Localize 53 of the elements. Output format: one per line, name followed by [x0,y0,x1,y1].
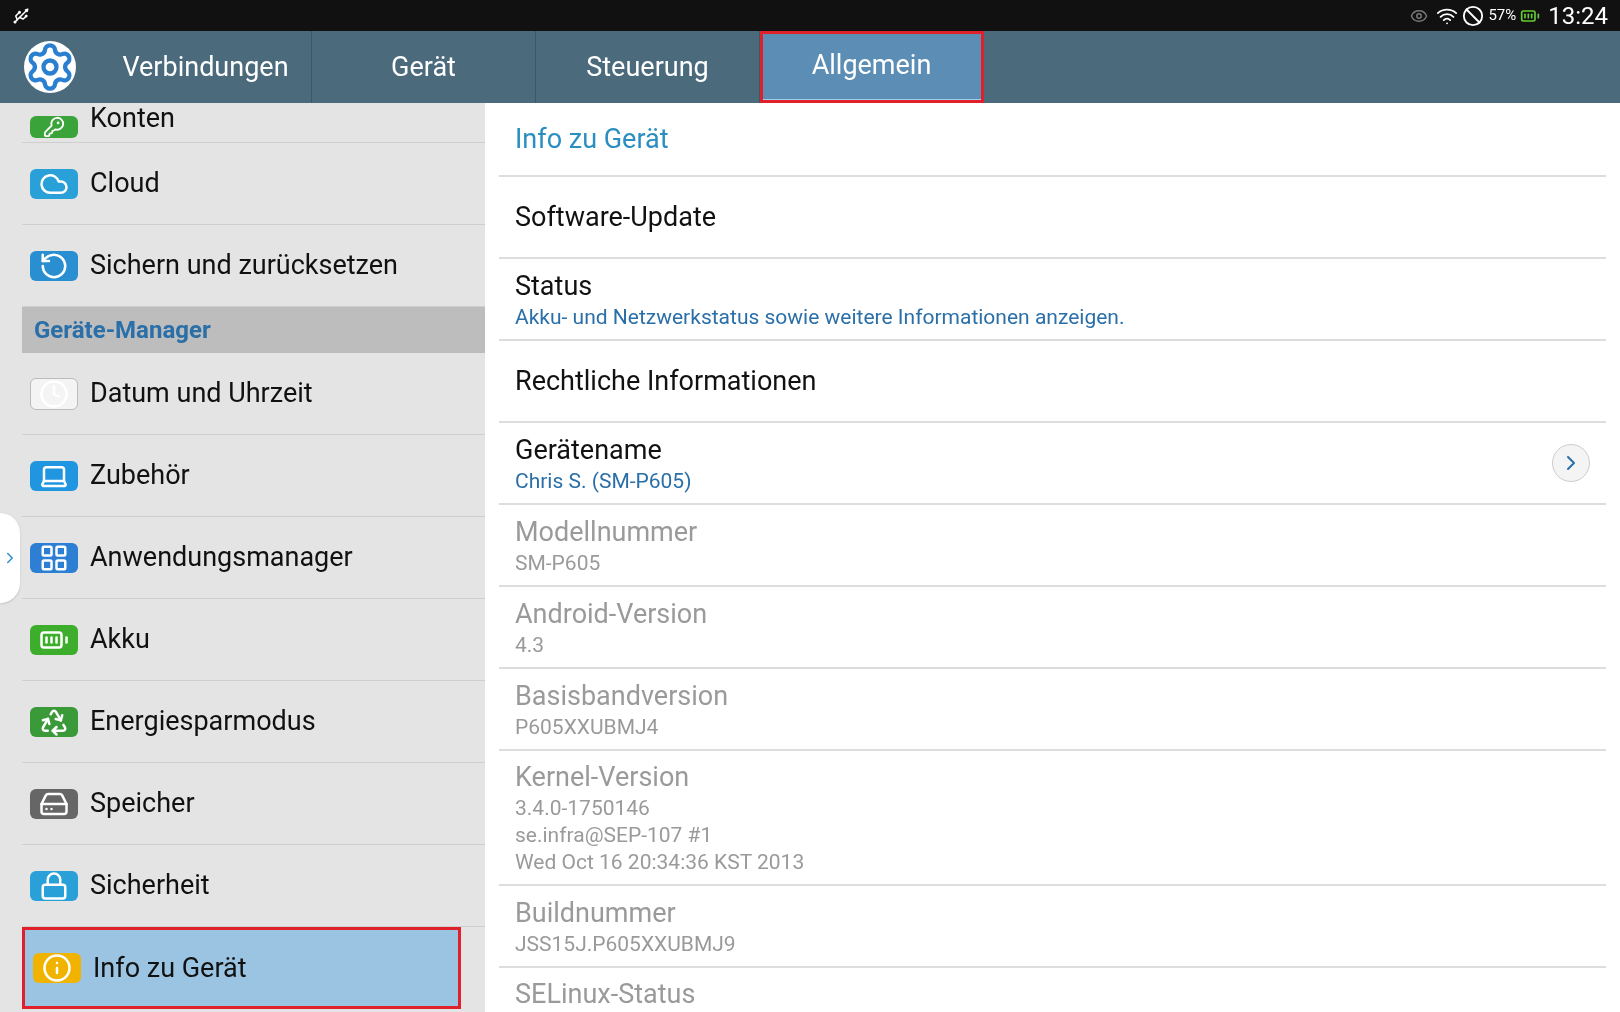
lock-icon [30,870,78,901]
tab[interactable]: Allgemein [760,31,984,103]
chevron-icon[interactable] [1552,444,1590,482]
sidebar-item[interactable]: Konten [22,103,485,143]
sidebar-item[interactable]: Speicher [22,763,485,845]
row-summary: 4.3 [515,631,546,659]
row-summary: JSS15J.P605XXUBMJ9 [515,930,737,958]
settings-icon [24,41,76,93]
settings-row[interactable]: Gerätename Chris S. (SM-P605) [499,423,1606,505]
sidebar-item[interactable]: Info zu Gerät [22,927,461,1009]
row-summary: Wed Oct 16 20:34:36 KST 2013 [515,849,806,876]
battery-icon [30,624,78,655]
settings-row[interactable]: Software-Update [499,177,1606,259]
row-title: SELinux-Status [515,977,697,1012]
row-summary: P605XXUBMJ4 [515,713,660,741]
section-title: Info zu Gerät [515,121,669,157]
row-summary: Akku- und Netzwerkstatus sowie weitere Informationen anzeigen. [515,303,1126,331]
memory-card-icon [30,788,78,819]
cloud-icon [30,168,78,199]
row-summary: Chris S. (SM-P605) [515,467,693,495]
section-header: Geräte-Manager [34,315,211,346]
blocked-icon [1462,4,1485,27]
row-title: Gerätename [515,432,663,468]
row-title: Software-Update [515,200,718,235]
clock-time: 13:24 [1548,0,1608,32]
row-title: Modellnummer [515,514,699,550]
settings-row[interactable]: Status Akku- und Netzwerkstatus sowie weitere Informationen anzeigen. [499,259,1606,341]
sidebar-item[interactable]: Datum und Uhrzeit [22,353,485,435]
laptop-icon [30,460,78,491]
usb-icon [12,6,30,25]
settings-row[interactable]: Rechtliche Informationen [499,341,1606,423]
sidebar-item[interactable]: Zubehör [22,435,485,517]
row-title: Buildnummer [515,895,677,931]
row-summary: 3.4.0-1750146 [515,795,651,822]
battery-percent: 57% [1488,5,1517,27]
clock-icon [30,377,78,410]
row-summary: se.infra@SEP-107 #1 [515,822,714,849]
sidebar-item[interactable]: Anwendungsmanager [22,517,485,599]
recycle-icon [30,706,78,737]
sidebar-item[interactable]: Akku [22,599,485,681]
row-title: Status [515,268,594,304]
sidebar-item[interactable]: Energiesparmodus [22,681,485,763]
row-title: Rechtliche Informationen [515,364,818,399]
row-title: Kernel-Version [515,760,691,795]
key-icon [30,116,78,138]
info-icon [33,953,81,983]
row-title: Android-Version [515,596,709,632]
row-summary: SM-P605 [515,549,602,577]
sidebar-item[interactable]: Cloud [22,143,485,225]
reset-icon [30,250,78,281]
drawer-handle[interactable] [0,512,20,603]
grid-icon [30,542,78,573]
row-title: Basisbandversion [515,678,730,714]
